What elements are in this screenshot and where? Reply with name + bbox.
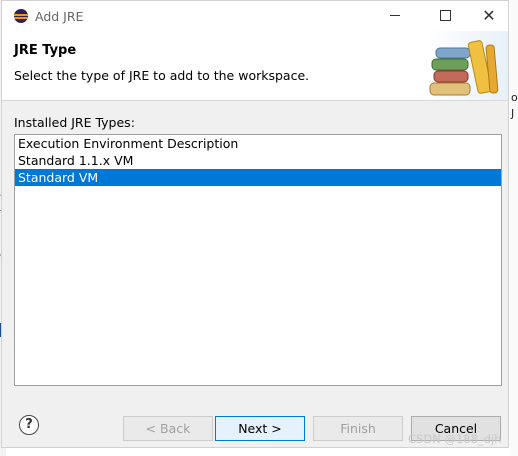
list-item-standard-1-1-x-vm[interactable]: Standard 1.1.x VM <box>15 152 501 169</box>
maximize-button[interactable] <box>430 5 460 27</box>
back-button[interactable]: < Back <box>123 416 213 441</box>
background-text-fragment: ol <box>511 91 518 104</box>
eclipse-icon <box>14 9 28 23</box>
list-item-execution-environment-description[interactable]: Execution Environment Description <box>15 135 501 152</box>
jre-library-books-icon <box>426 31 508 100</box>
background-window-edge-right <box>510 0 518 456</box>
installed-jre-types-label: Installed JRE Types: <box>14 115 135 130</box>
close-icon: ✕ <box>482 6 496 25</box>
add-jre-dialog: Add JRE ✕ JRE Type Select the type of JR… <box>1 0 509 448</box>
maximize-icon <box>439 10 451 21</box>
title-bar[interactable]: Add JRE ✕ <box>2 1 508 31</box>
page-title: JRE Type <box>14 43 77 58</box>
list-item-standard-vm[interactable]: Standard VM <box>15 169 501 186</box>
page-description: Select the type of JRE to add to the wor… <box>14 68 310 83</box>
wizard-header: JRE Type Select the type of JRE to add t… <box>2 31 508 101</box>
watermark: CSDN @188_djh <box>408 432 502 446</box>
jre-types-list[interactable]: Execution Environment Description Standa… <box>14 134 502 386</box>
next-button[interactable]: Next > <box>215 416 305 441</box>
minimize-icon <box>390 15 400 16</box>
background-text-fragment: J <box>511 107 515 120</box>
close-button[interactable]: ✕ <box>474 5 504 27</box>
help-button[interactable]: ? <box>19 415 39 435</box>
minimize-button[interactable] <box>380 5 410 27</box>
finish-button[interactable]: Finish <box>313 416 403 441</box>
window-title: Add JRE <box>35 9 84 24</box>
